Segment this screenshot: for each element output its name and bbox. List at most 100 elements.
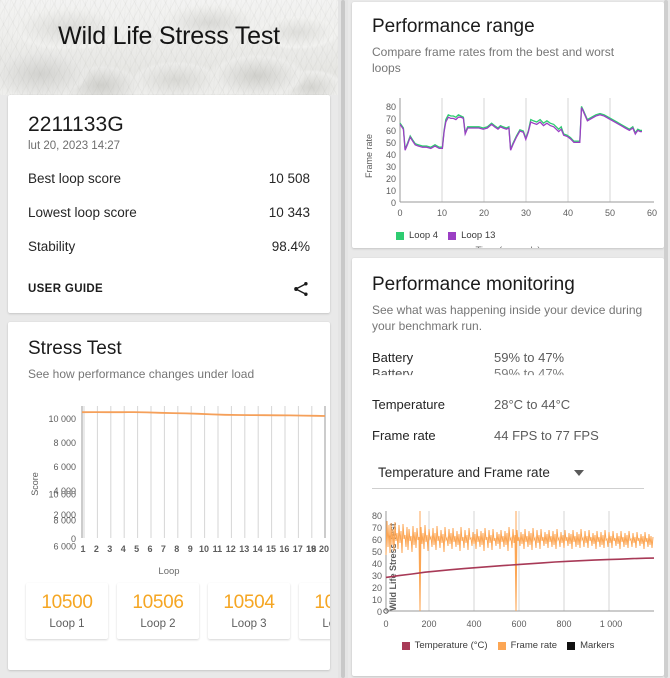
table-row: Best loop score 10 508 (28, 171, 310, 186)
svg-text:15: 15 (266, 544, 276, 554)
svg-text:7: 7 (161, 544, 166, 554)
loop-score-value: 10500 (41, 592, 93, 614)
table-row: Temperature 28°C to 44°C (352, 397, 664, 412)
list-item[interactable]: 10505 Loop 4 (299, 583, 330, 640)
lowest-loop-score-value: 10 343 (268, 205, 310, 220)
svg-text:8 000: 8 000 (53, 438, 76, 448)
run-id: 2211133G (28, 113, 124, 136)
svg-text:400: 400 (466, 619, 481, 629)
performance-monitoring-card: Performance monitoring See what was happ… (352, 258, 664, 676)
battery-label: Battery (372, 350, 414, 366)
performance-range-card: Performance range Compare frame rates fr… (352, 2, 664, 248)
svg-text:13: 13 (239, 544, 249, 554)
svg-text:2 000: 2 000 (53, 510, 76, 520)
svg-text:50: 50 (605, 208, 615, 218)
performance-range-title: Performance range (372, 16, 535, 37)
performance-range-subtitle: Compare frame rates from the best and wo… (372, 45, 615, 76)
svg-text:0: 0 (383, 619, 388, 629)
svg-text:0: 0 (71, 534, 76, 544)
loop-score-label: Loop 1 (49, 618, 85, 631)
loop-score-value: 10505 (314, 592, 330, 614)
svg-text:10: 10 (199, 544, 209, 554)
svg-text:14: 14 (253, 544, 263, 554)
svg-text:50: 50 (386, 138, 396, 148)
legend-label: Frame rate (510, 640, 558, 652)
table-row: Stability 98.4% (28, 239, 310, 254)
performance-monitoring-title: Performance monitoring (372, 274, 575, 295)
svg-text:20: 20 (319, 544, 329, 554)
stress-test-card: Stress Test See how performance changes … (8, 322, 330, 670)
left-column: Wild Life Stress Test 2211133G lut 20, 2… (0, 0, 338, 678)
loop-score-value: 10504 (223, 592, 275, 614)
loop-score-label: Loop 2 (140, 618, 176, 631)
temperature-label: Temperature (372, 397, 445, 413)
svg-text:10: 10 (386, 186, 396, 196)
column-divider (338, 0, 348, 678)
svg-text:60: 60 (647, 208, 657, 218)
stress-test-chart[interactable]: 10 000 8 000 6 000 4 000 2 000 10 000 8 … (8, 394, 330, 577)
svg-text:9: 9 (188, 544, 193, 554)
svg-text:60: 60 (386, 126, 396, 136)
loop-score-label: Loop 3 (231, 618, 267, 631)
frame-rate-label: Frame rate (372, 428, 436, 444)
vertical-scrollbar[interactable] (341, 0, 345, 678)
legend-label: Markers (580, 640, 615, 652)
svg-text:600: 600 (511, 619, 526, 629)
run-summary-card: 2211133G lut 20, 2023 14:27 Best loop sc… (8, 95, 330, 313)
svg-text:17: 17 (293, 544, 303, 554)
legend-item-temperature[interactable]: Temperature (°C) (401, 640, 488, 652)
legend-swatch-icon (567, 641, 576, 650)
svg-text:4: 4 (121, 544, 126, 554)
run-date: lut 20, 2023 14:27 (28, 140, 121, 152)
range-x-axis-label: Time (seconds) (352, 245, 664, 248)
svg-text:10: 10 (372, 595, 382, 605)
battery-label-duplicate: Battery (372, 366, 414, 382)
legend-item-loop4[interactable]: Loop 4 (396, 230, 438, 241)
legend-item-markers[interactable]: Markers (567, 640, 614, 651)
performance-monitoring-subtitle: See what was happening inside your devic… (372, 303, 643, 334)
list-item[interactable]: 10506 Loop 2 (117, 583, 199, 640)
svg-text:30: 30 (386, 162, 396, 172)
legend-swatch-icon (497, 641, 506, 650)
performance-monitoring-chart[interactable]: 80 70 60 50 40 30 20 10 0 Wild Life Stress Tes… (352, 503, 664, 651)
list-item[interactable]: 10500 Loop 1 (26, 583, 108, 640)
vertical-scrollbar-right[interactable] (664, 0, 668, 678)
svg-text:1: 1 (80, 544, 85, 554)
svg-text:20: 20 (386, 174, 396, 184)
legend-swatch-icon (448, 231, 457, 240)
stability-value: 98.4% (271, 239, 310, 254)
svg-text:3: 3 (107, 544, 112, 554)
svg-text:12: 12 (226, 544, 236, 554)
share-icon[interactable] (292, 280, 310, 298)
chevron-down-icon (573, 469, 584, 476)
table-row: Battery 59% to 47% (352, 350, 664, 365)
frame-rate-value: 44 FPS to 77 FPS (494, 428, 599, 444)
graph-type-select[interactable]: Temperature and Frame rate (372, 465, 644, 490)
user-guide-link[interactable]: USER GUIDE (28, 283, 103, 295)
performance-range-chart[interactable]: 80 70 60 50 40 30 20 10 0 Frame rate 0 1… (352, 88, 664, 248)
list-item[interactable]: 10504 Loop 3 (208, 583, 290, 640)
temperature-value: 28°C to 44°C (494, 397, 571, 413)
loop-score-list[interactable]: 10500 Loop 1 10506 Loop 2 10504 Loop 3 1… (8, 583, 330, 640)
table-row-duplicate: Battery 59% to 47% (352, 366, 664, 382)
best-loop-score-label: Best loop score (28, 171, 122, 186)
svg-text:16: 16 (279, 544, 289, 554)
right-column: Performance range Compare frame rates fr… (348, 0, 670, 678)
stress-test-subtitle: See how performance changes under load (28, 367, 255, 381)
svg-text:80: 80 (372, 511, 382, 521)
legend-label: Loop 4 (409, 230, 439, 242)
stress-test-title: Stress Test (28, 338, 122, 359)
legend-item-loop13[interactable]: Loop 13 (448, 230, 495, 241)
legend-label: Temperature (°C) (414, 640, 488, 652)
svg-text:800: 800 (556, 619, 571, 629)
svg-text:80: 80 (386, 102, 396, 112)
svg-text:5: 5 (134, 544, 139, 554)
performance-monitoring-legend: Temperature (°C) Frame rate Markers (352, 640, 664, 651)
best-loop-score-value: 10 508 (268, 171, 310, 186)
svg-text:40: 40 (386, 150, 396, 160)
legend-item-frame-rate[interactable]: Frame rate (497, 640, 558, 652)
svg-text:0: 0 (397, 208, 402, 218)
stress-x-axis-label: Loop (158, 566, 180, 578)
svg-text:10: 10 (437, 208, 447, 218)
table-row: Frame rate 44 FPS to 77 FPS (352, 428, 664, 443)
